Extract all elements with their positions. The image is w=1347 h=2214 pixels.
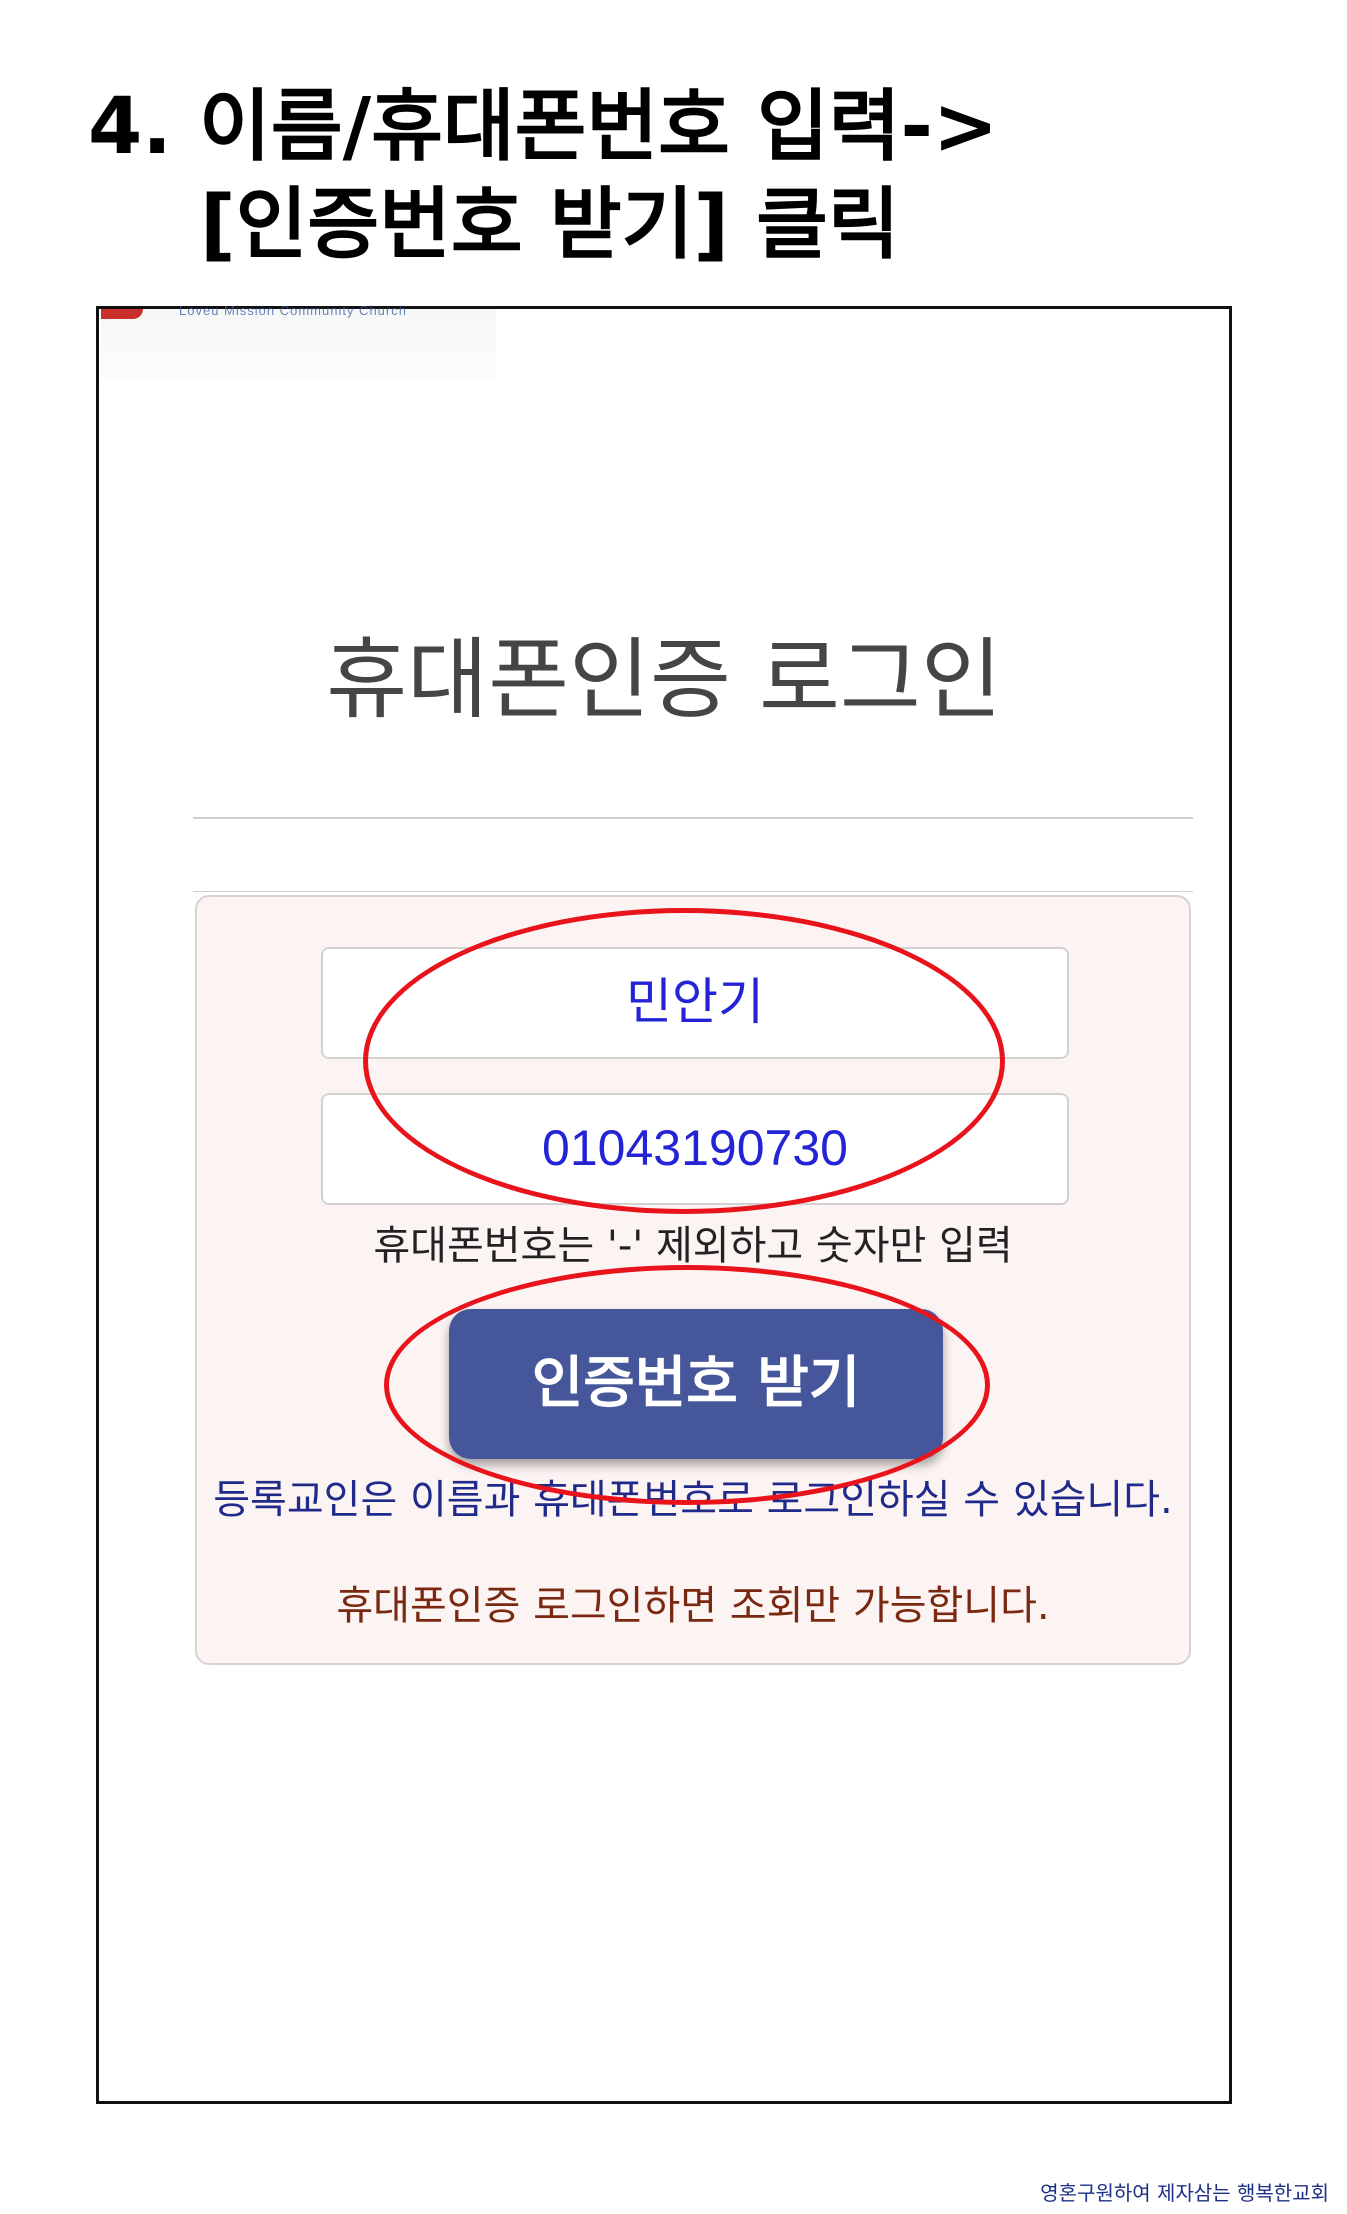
church-logo: Loveu Mission Community Church	[101, 303, 496, 381]
slide-title-line2: [인증번호 받기] 클릭	[200, 180, 900, 270]
phone-number-input[interactable]: 01043190730	[321, 1093, 1069, 1205]
divider	[193, 891, 1193, 892]
name-input[interactable]: 민안기	[321, 947, 1069, 1059]
view-only-notice: 휴대폰인증 로그인하면 조회만 가능합니다.	[336, 1583, 1050, 1629]
phone-input-hint: 휴대폰번호는 '-' 제외하고 숫자만 입력	[373, 1223, 1013, 1269]
login-form-panel: 민안기 01043190730 휴대폰번호는 '-' 제외하고 숫자만 입력 인…	[195, 895, 1191, 1665]
get-verification-code-button[interactable]: 인증번호 받기	[449, 1309, 943, 1459]
footer-brand-text: 영혼구원하여 제자삼는 행복한교회	[1040, 2181, 1329, 2205]
slide-title: 4. 이름/휴대폰번호 입력-> [인증번호 받기] 클릭	[88, 78, 1288, 274]
logo-text: Loveu Mission Community Church	[179, 303, 407, 318]
page-title: 휴대폰인증 로그인	[326, 628, 1002, 731]
slide-title-line1: 4. 이름/휴대폰번호 입력->	[88, 82, 999, 172]
logo-mark-icon	[101, 309, 143, 319]
phone-screenshot-frame: Loveu Mission Community Church 휴대폰인증 로그인…	[96, 303, 1232, 2104]
divider	[193, 817, 1193, 819]
registered-member-notice: 등록교인은 이름과 휴대폰번호로 로그인하실 수 있습니다.	[213, 1477, 1173, 1523]
